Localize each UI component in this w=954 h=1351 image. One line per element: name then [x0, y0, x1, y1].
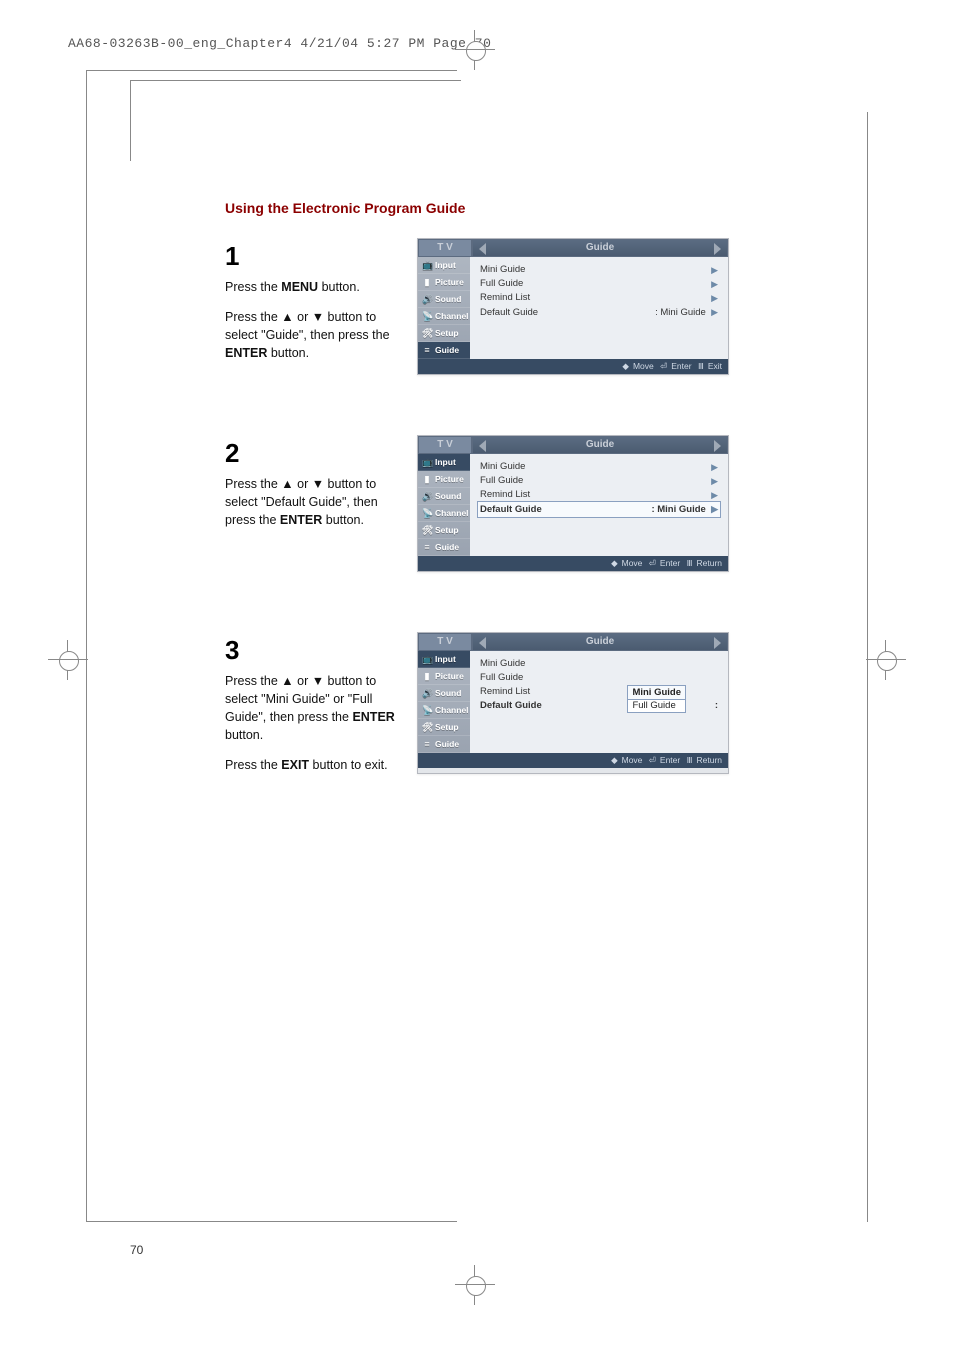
footer-return-icon: Ⅲ [687, 558, 693, 568]
footer-move-icon: ◆ [611, 755, 618, 765]
side-tab-channel: 📡Channel [418, 308, 470, 325]
side-tab-guide: ≡Guide [418, 539, 470, 556]
tv-footer: ◆Move ⏎Enter ⅢExit [418, 359, 728, 374]
side-tab-setup: 🛠Setup [418, 325, 470, 342]
guide-icon: ≡ [422, 542, 432, 552]
tv-side-tabs: 📺Input▮Picture🔊Sound📡Channel🛠Setup≡Guide [418, 257, 470, 359]
channel-icon: 📡 [422, 705, 432, 715]
step-1: 1 Press the MENU button.Press the ▲ or ▼… [225, 238, 785, 375]
side-tab-input: 📺Input [418, 651, 470, 668]
tv-tab: T V [418, 436, 472, 454]
side-tab-picture: ▮Picture [418, 668, 470, 685]
footer-enter-icon: ⏎ [649, 755, 656, 765]
step-3-body: Press the ▲ or ▼ button to select "Mini … [225, 672, 395, 775]
side-tab-guide: ≡Guide [418, 736, 470, 753]
tv-side-tabs: 📺Input▮Picture🔊Sound📡Channel🛠Setup≡Guide [418, 454, 470, 556]
picture-icon: ▮ [422, 671, 432, 681]
side-tab-sound: 🔊Sound [418, 291, 470, 308]
page-content: Using the Electronic Program Guide 1 Pre… [225, 200, 785, 834]
step-3-number: 3 [225, 632, 395, 670]
side-tab-sound: 🔊Sound [418, 488, 470, 505]
sound-icon: 🔊 [422, 491, 432, 501]
side-tab-input: 📺Input [418, 257, 470, 274]
side-tab-channel: 📡Channel [418, 505, 470, 522]
input-icon: 📺 [422, 457, 432, 467]
footer-enter-icon: ⏎ [660, 361, 667, 371]
tv-row-selected: Default Guide: Mini Guide ▶ [478, 502, 720, 517]
tv-main-1: Mini Guide▶ Full Guide▶ Remind List▶ Def… [470, 257, 728, 359]
tv-title: Guide [472, 239, 728, 257]
tv-title: Guide [472, 436, 728, 454]
step-1-text: 1 Press the MENU button.Press the ▲ or ▼… [225, 238, 395, 375]
registration-mark-top [455, 30, 495, 70]
registration-mark-left [48, 640, 88, 680]
side-tab-picture: ▮Picture [418, 471, 470, 488]
side-tab-picture: ▮Picture [418, 274, 470, 291]
dropdown-option: Full Guide [628, 699, 685, 712]
step-2-text: 2 Press the ▲ or ▼ button to select "Def… [225, 435, 395, 572]
channel-icon: 📡 [422, 311, 432, 321]
setup-icon: 🛠 [422, 328, 432, 338]
setup-icon: 🛠 [422, 722, 432, 732]
tv-footer: ◆Move ⏎Enter ⅢReturn [418, 753, 728, 768]
tv-row: Remind List▶ [478, 488, 720, 502]
tv-row: Mini Guide▶ [478, 460, 720, 474]
tv-main-2: Mini Guide▶ Full Guide▶ Remind List▶ Def… [470, 454, 728, 556]
side-tab-channel: 📡Channel [418, 702, 470, 719]
footer-move-icon: ◆ [611, 558, 618, 568]
tv-menu-screenshot-1: T V Guide 📺Input▮Picture🔊Sound📡Channel🛠S… [417, 238, 729, 375]
picture-icon: ▮ [422, 277, 432, 287]
tv-menu-screenshot-2: T V Guide 📺Input▮Picture🔊Sound📡Channel🛠S… [417, 435, 729, 572]
tv-row: Mini Guide [478, 657, 720, 671]
channel-icon: 📡 [422, 508, 432, 518]
footer-return-icon: Ⅲ [687, 755, 693, 765]
step-2-body: Press the ▲ or ▼ button to select "Defau… [225, 475, 395, 529]
registration-mark-bottom [455, 1265, 495, 1305]
side-tab-input: 📺Input [418, 454, 470, 471]
step-2-number: 2 [225, 435, 395, 473]
page-number: 70 [130, 1243, 143, 1257]
step-3-text: 3 Press the ▲ or ▼ button to select "Min… [225, 632, 395, 774]
tv-row: Mini Guide▶ [478, 263, 720, 277]
dropdown-option-selected: Mini Guide [628, 686, 685, 699]
step-2: 2 Press the ▲ or ▼ button to select "Def… [225, 435, 785, 572]
tv-row: Full Guide [478, 671, 720, 685]
side-tab-sound: 🔊Sound [418, 685, 470, 702]
tv-side-tabs: 📺Input▮Picture🔊Sound📡Channel🛠Setup≡Guide [418, 651, 470, 753]
tv-footer: ◆Move ⏎Enter ⅢReturn [418, 556, 728, 571]
default-guide-dropdown: Mini Guide Full Guide [627, 685, 686, 713]
tv-menu-screenshot-3: T V Guide 📺Input▮Picture🔊Sound📡Channel🛠S… [417, 632, 729, 774]
section-title: Using the Electronic Program Guide [225, 200, 785, 216]
registration-mark-right [866, 640, 906, 680]
tv-main-3: Mini Guide Full Guide Remind List Defaul… [470, 651, 728, 753]
sound-icon: 🔊 [422, 688, 432, 698]
side-tab-setup: 🛠Setup [418, 719, 470, 736]
footer-move-icon: ◆ [622, 361, 629, 371]
print-header: AA68-03263B-00_eng_Chapter4 4/21/04 5:27… [68, 36, 491, 51]
guide-icon: ≡ [422, 345, 432, 355]
step-1-body: Press the MENU button.Press the ▲ or ▼ b… [225, 278, 395, 363]
guide-icon: ≡ [422, 739, 432, 749]
setup-icon: 🛠 [422, 525, 432, 535]
tv-title: Guide [472, 633, 728, 651]
picture-icon: ▮ [422, 474, 432, 484]
input-icon: 📺 [422, 260, 432, 270]
sound-icon: 🔊 [422, 294, 432, 304]
step-1-number: 1 [225, 238, 395, 276]
footer-exit-icon: Ⅲ [698, 361, 704, 371]
side-tab-guide: ≡Guide [418, 342, 470, 359]
side-tab-setup: 🛠Setup [418, 522, 470, 539]
footer-enter-icon: ⏎ [649, 558, 656, 568]
tv-tab: T V [418, 633, 472, 651]
tv-tab: T V [418, 239, 472, 257]
input-icon: 📺 [422, 654, 432, 664]
tv-row: Remind List▶ [478, 291, 720, 305]
step-3: 3 Press the ▲ or ▼ button to select "Min… [225, 632, 785, 774]
tv-row: Full Guide▶ [478, 277, 720, 291]
crop-mark-inner [130, 80, 461, 161]
tv-row: Default Guide: Mini Guide ▶ [478, 305, 720, 320]
tv-row: Full Guide▶ [478, 474, 720, 488]
